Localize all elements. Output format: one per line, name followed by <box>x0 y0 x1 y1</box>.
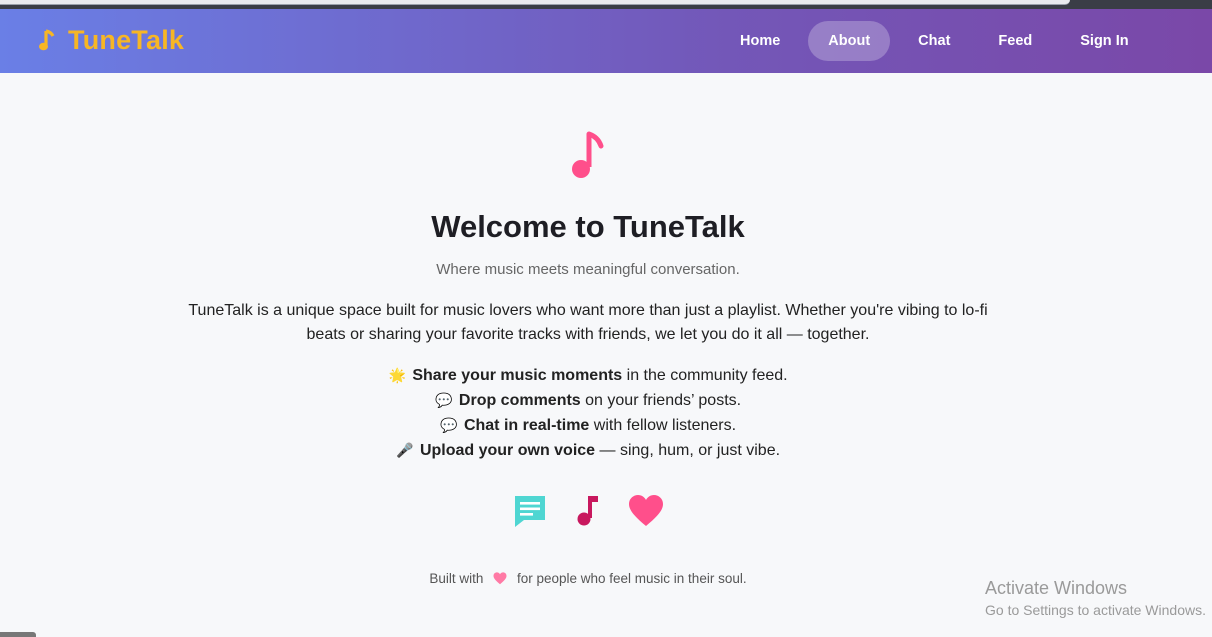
feature-bold: Chat in real-time <box>463 417 590 434</box>
about-section: Welcome to TuneTalk Where music meets me… <box>0 73 1212 637</box>
feature-bold: Drop comments <box>458 392 581 409</box>
about-description: TuneTalk is a unique space built for mus… <box>188 302 988 343</box>
browser-tab-edge <box>0 0 1070 5</box>
nav-home[interactable]: Home <box>720 21 800 61</box>
feature-item: 💬 Chat in real-time with fellow listeners… <box>0 413 1176 438</box>
feature-list: 🌟 Share your music moments in the communi… <box>0 363 1176 463</box>
nav-feed[interactable]: Feed <box>978 21 1052 61</box>
feature-item: 🎤 Upload your own voice — sing, hum, or j… <box>0 438 1176 463</box>
feature-text: with fellow listeners. <box>589 417 737 434</box>
windows-activation-watermark: Activate Windows Go to Settings to activ… <box>985 578 1206 618</box>
feature-text: — sing, hum, or just vibe. <box>595 442 781 459</box>
music-note-icon <box>39 28 55 50</box>
nav-chat[interactable]: Chat <box>898 21 970 61</box>
heart-icon <box>629 495 663 526</box>
brand-name: TuneTalk <box>68 25 185 55</box>
brand[interactable]: TuneTalk <box>38 25 184 56</box>
music-note-icon <box>572 131 604 178</box>
horizontal-scrollbar-thumb[interactable] <box>0 632 36 637</box>
watermark-title: Activate Windows <box>985 578 1128 598</box>
nav-sign-in[interactable]: Sign In <box>1060 21 1148 61</box>
heart-icon <box>493 572 507 585</box>
feature-text: on your friends’ posts. <box>580 392 742 409</box>
feature-bold: Upload your own voice <box>419 442 596 459</box>
watermark-subtitle: Go to Settings to activate Windows. <box>985 602 1206 618</box>
icon-row <box>0 493 1176 529</box>
footer-text-before: Built with <box>429 571 484 586</box>
feature-item: 🌟 Share your music moments in the communi… <box>0 363 1176 388</box>
feature-text: in the community feed. <box>622 367 788 384</box>
star-icon: 🌟 <box>388 367 407 383</box>
feature-item: 💬 Drop comments on your friends’ posts. <box>0 388 1176 413</box>
footer-text-after: for people who feel music in their soul. <box>516 571 747 586</box>
page-subtitle: Where music meets meaningful conversatio… <box>436 261 740 278</box>
nav-about[interactable]: About <box>808 21 891 61</box>
speech-bubble-icon: 💬 <box>440 417 458 433</box>
microphone-icon: 🎤 <box>396 442 414 458</box>
speech-bubble-icon: 💬 <box>435 392 453 408</box>
browser-top-strip <box>0 0 1212 9</box>
navbar: TuneTalk Home About Chat Feed Sign In <box>0 9 1212 73</box>
music-note-icon <box>577 496 598 526</box>
main-nav: Home About Chat Feed Sign In <box>720 21 1157 61</box>
chat-bubble-icon <box>515 496 545 527</box>
feature-bold: Share your music moments <box>412 367 623 384</box>
page-title: Welcome to TuneTalk <box>431 209 745 244</box>
